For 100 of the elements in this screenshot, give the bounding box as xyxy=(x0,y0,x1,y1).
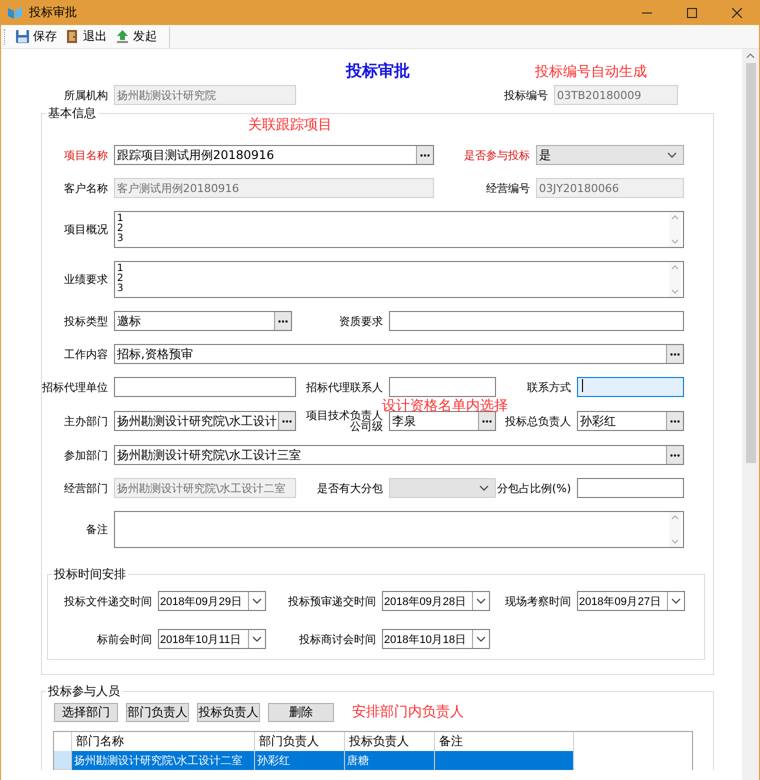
text-field[interactable] xyxy=(389,377,496,397)
table-cell: 孙彩红 xyxy=(255,751,345,770)
date-field[interactable]: 2018年09月29日 xyxy=(158,591,266,611)
lookup-field[interactable]: 李泉 xyxy=(389,411,496,431)
window-title: 投标审批 xyxy=(29,4,78,21)
ellipsis-icon xyxy=(670,454,680,456)
annotation-note: 安排部门内负责人 xyxy=(352,703,464,721)
field-label: 投标总负责人 xyxy=(505,416,571,426)
field-label: 业绩要求 xyxy=(64,274,108,285)
text-field[interactable] xyxy=(389,311,684,331)
door-icon xyxy=(65,29,80,44)
lookup-field[interactable]: 跟踪项目测试用例20180916 xyxy=(114,145,434,165)
group-title: 投标时间安排 xyxy=(53,566,127,583)
scroll-arrows-icon xyxy=(669,262,681,297)
ellipsis-icon xyxy=(282,420,292,422)
scroll-up-icon xyxy=(746,53,755,59)
toolbar-button[interactable]: 发起 xyxy=(111,26,161,46)
field-label: 投标预审递交时间 xyxy=(288,596,376,606)
group-title: 投标参与人员 xyxy=(47,683,121,700)
browse-button[interactable] xyxy=(666,412,683,430)
ellipsis-icon xyxy=(420,154,430,156)
chevron-down-icon xyxy=(479,485,489,491)
book-icon xyxy=(7,6,23,20)
field-label: 联系方式 xyxy=(527,382,571,392)
date-field[interactable]: 2018年10月18日 xyxy=(382,629,490,649)
annotation-note: 设计资格名单内选择 xyxy=(382,397,508,414)
table-row[interactable]: 扬州勘测设计研究院\水工设计二室 孙彩红 唐糖 xyxy=(54,751,692,770)
scroll-arrows-icon xyxy=(669,212,681,247)
maximize-icon xyxy=(686,8,696,18)
scroll-arrows-icon xyxy=(669,512,681,547)
lookup-field[interactable]: 扬州勘测设计研究院\水工设计三室 xyxy=(114,445,684,465)
ellipsis-icon xyxy=(482,420,492,422)
text-field[interactable] xyxy=(114,377,296,397)
field-label: 所属机构 xyxy=(64,90,108,100)
action-button[interactable]: 选择部门 xyxy=(54,702,118,722)
vertical-scrollbar[interactable] xyxy=(742,49,759,780)
lookup-field[interactable]: 邀标 xyxy=(114,311,292,331)
chevron-down-icon xyxy=(252,636,262,642)
browse-button[interactable] xyxy=(478,412,495,430)
annotation-note: 投标编号自动生成 xyxy=(535,62,648,80)
field-label: 是否参与投标 xyxy=(464,150,530,160)
scroll-thumb[interactable] xyxy=(746,63,756,463)
floppy-icon xyxy=(15,29,30,44)
field-label: 项目概况 xyxy=(64,224,108,235)
field-label: 招标代理单位 xyxy=(42,382,108,392)
form-title: 投标审批 xyxy=(346,61,411,82)
toolbar-grip xyxy=(4,28,7,44)
ellipsis-icon xyxy=(670,352,680,356)
toolbar-button[interactable]: 退出 xyxy=(61,26,111,46)
field-label: 主办部门 xyxy=(64,416,108,426)
lookup-field[interactable]: 扬州勘测设计研究院\水工设计 xyxy=(114,411,296,431)
action-button[interactable]: 部门负责人 xyxy=(126,702,189,722)
text-area[interactable]: 1 2 3 xyxy=(114,211,684,248)
text-field[interactable] xyxy=(577,478,684,498)
browse-button[interactable] xyxy=(666,446,683,464)
dropdown-field[interactable]: 是 xyxy=(536,145,684,165)
text-area[interactable] xyxy=(114,511,684,548)
date-field[interactable]: 2018年09月28日 xyxy=(382,591,490,611)
field-label: 备注 xyxy=(86,524,108,535)
field-label: 投标商讨会时间 xyxy=(299,634,376,644)
chevron-down-icon xyxy=(252,598,262,604)
field-label: 投标文件递交时间 xyxy=(64,596,152,606)
field-label: 是否有大分包 xyxy=(317,482,383,494)
browse-button[interactable] xyxy=(274,312,291,330)
table-cell: 扬州勘测设计研究院\水工设计二室 xyxy=(72,751,255,770)
date-field[interactable]: 2018年10月11日 xyxy=(158,629,266,649)
annotation-note: 关联跟踪项目 xyxy=(247,118,333,132)
field-label: 公司级 xyxy=(350,421,383,432)
lookup-field[interactable]: 招标,资格预审 xyxy=(114,344,684,364)
table-cell: 唐糖 xyxy=(345,751,435,770)
field-label: 客户名称 xyxy=(64,182,108,194)
chevron-down-icon xyxy=(476,636,486,642)
chevron-down-icon xyxy=(476,598,486,604)
field-label: 项目技术负责人 xyxy=(306,410,383,421)
field-label: 招标代理联系人 xyxy=(306,382,383,392)
action-button[interactable]: 删除 xyxy=(268,702,334,722)
text-caret xyxy=(582,379,583,392)
toolbar-button[interactable]: 保存 xyxy=(11,26,61,46)
text-field[interactable] xyxy=(577,377,684,397)
ellipsis-icon xyxy=(278,320,288,322)
browse-button[interactable] xyxy=(278,412,295,430)
browse-button[interactable] xyxy=(666,345,683,363)
upload-arrow-icon xyxy=(115,29,130,44)
browse-button[interactable] xyxy=(416,146,433,164)
field-label: 标前会时间 xyxy=(97,634,152,644)
field-label: 资质要求 xyxy=(339,316,383,326)
field-label: 工作内容 xyxy=(64,348,108,360)
lookup-field[interactable]: 孙彩红 xyxy=(577,411,684,431)
field-label: 现场考察时间 xyxy=(505,596,571,606)
action-button[interactable]: 投标负责人 xyxy=(197,702,260,722)
text-area[interactable]: 1 2 3 xyxy=(114,261,684,298)
field-label: 项目名称 xyxy=(64,150,108,160)
date-field[interactable]: 2018年09月27日 xyxy=(577,591,685,611)
chevron-down-icon xyxy=(671,598,681,604)
chevron-down-icon xyxy=(667,152,677,158)
ellipsis-icon xyxy=(670,420,680,422)
group-title: 基本信息 xyxy=(47,105,97,122)
field-label: 参加部门 xyxy=(64,450,108,460)
field-label: 投标类型 xyxy=(64,316,108,326)
close-icon xyxy=(732,8,742,18)
